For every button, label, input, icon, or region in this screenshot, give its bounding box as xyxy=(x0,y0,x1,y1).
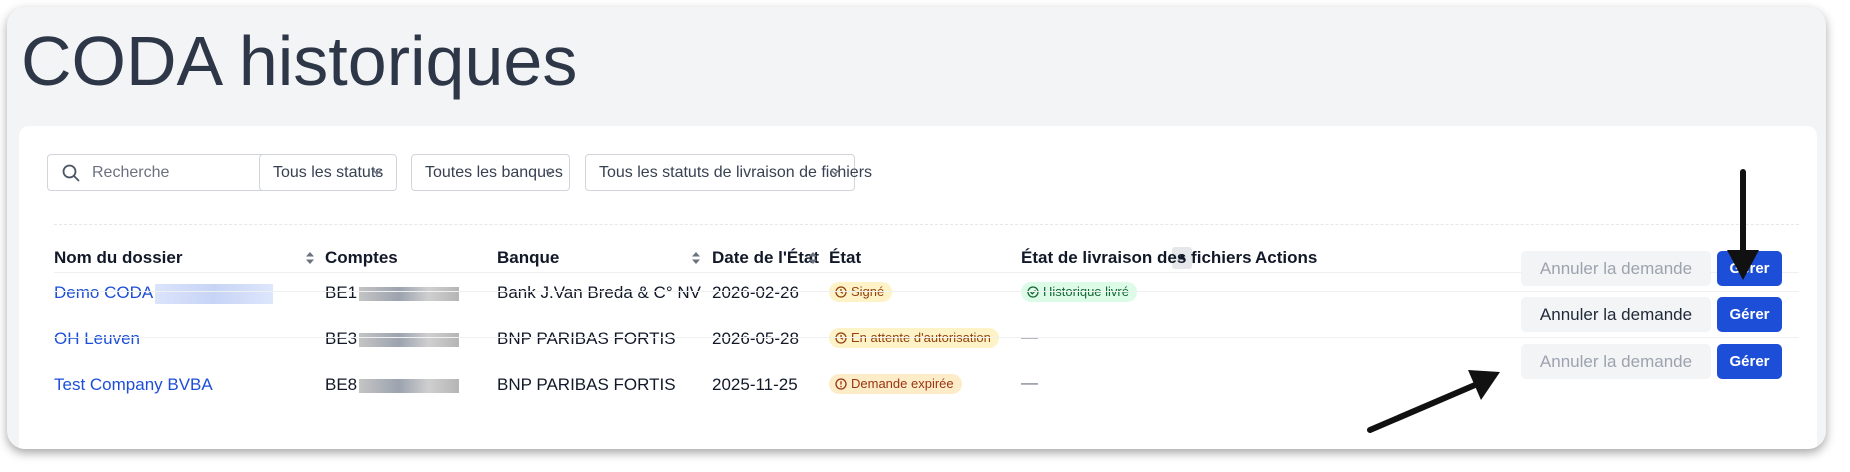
sort-icon[interactable] xyxy=(305,251,315,265)
sort-icon[interactable] xyxy=(808,251,818,265)
column-header-status[interactable]: État xyxy=(829,248,861,268)
status-filter-dropdown[interactable]: Tous les statuts xyxy=(259,154,397,191)
status-filter-label: Tous les statuts xyxy=(273,164,384,181)
filter-bar: Tous les statuts Toutes les banques Tous… xyxy=(19,126,1817,226)
account-prefix: BE1 xyxy=(325,283,358,302)
filter-divider xyxy=(54,224,1799,225)
app-window: CODA historiques Tous les statuts Toutes… xyxy=(7,7,1826,449)
folder-name: Test Company BVBA xyxy=(54,375,213,394)
clock-icon xyxy=(835,286,847,298)
clock-icon xyxy=(835,332,847,344)
search-input[interactable] xyxy=(92,155,272,190)
column-header-accounts: Comptes xyxy=(325,248,398,267)
bank-name: Bank J.Van Breda & C° NV xyxy=(497,283,701,302)
alert-circle-icon xyxy=(835,378,847,390)
coda-table-card: Tous les statuts Toutes les banques Tous… xyxy=(19,126,1817,449)
folder-name: Demo CODA xyxy=(54,283,154,302)
status-date: 2026-02-26 xyxy=(712,283,799,302)
column-header-actions: Actions xyxy=(1255,248,1318,267)
cancel-request-button[interactable]: Annuler la demande xyxy=(1521,297,1711,332)
cancel-request-button[interactable]: Annuler la demande xyxy=(1521,251,1711,286)
column-header-status-date[interactable]: Date de l'État xyxy=(712,248,819,268)
status-text: Demande expirée xyxy=(851,376,954,391)
redacted-account xyxy=(359,332,460,347)
check-circle-icon xyxy=(1027,286,1039,298)
bank-name: BNP PARIBAS FORTIS xyxy=(497,375,676,394)
chevron-down-icon xyxy=(830,169,840,176)
bank-name: BNP PARIBAS FORTIS xyxy=(497,329,676,348)
account-number: BE3 xyxy=(325,329,460,349)
redacted-account xyxy=(359,286,460,301)
chevron-down-icon xyxy=(545,169,555,176)
search-field[interactable] xyxy=(47,154,279,191)
manage-button[interactable]: Gérer xyxy=(1717,344,1782,379)
folder-name-link[interactable]: Demo CODA xyxy=(54,283,274,304)
account-prefix: BE8 xyxy=(325,375,358,394)
column-header-file-delivery: État de livraison des fichiers xyxy=(1021,248,1252,267)
manage-button[interactable]: Gérer xyxy=(1717,251,1782,286)
chevron-down-icon xyxy=(372,169,382,176)
column-header-folder-name[interactable]: Nom du dossier xyxy=(54,248,182,268)
cancel-request-button[interactable]: Annuler la demande xyxy=(1521,344,1711,379)
bank-filter-dropdown[interactable]: Toutes les banques xyxy=(411,154,570,191)
delivery-badge: Historique livré xyxy=(1021,282,1137,302)
manage-button[interactable]: Gérer xyxy=(1717,297,1782,332)
sort-icon[interactable] xyxy=(691,251,701,265)
folder-name-link[interactable]: Test Company BVBA xyxy=(54,375,213,395)
account-number: BE8 xyxy=(325,375,460,395)
redacted-text xyxy=(155,283,274,304)
status-date: 2025-11-25 xyxy=(712,375,798,394)
redacted-account xyxy=(359,378,460,393)
status-badge: En attente d'autorisation xyxy=(829,328,999,348)
folder-name: OH Leuven xyxy=(54,329,140,348)
account-prefix: BE3 xyxy=(325,329,358,348)
bank-filter-label: Toutes les banques xyxy=(425,164,563,181)
status-badge: Demande expirée xyxy=(829,374,962,394)
account-number: BE1 xyxy=(325,283,460,303)
search-icon xyxy=(62,164,80,182)
row-divider xyxy=(54,337,1799,338)
column-header-bank[interactable]: Banque xyxy=(497,248,559,268)
page-title: CODA historiques xyxy=(21,22,578,100)
delivery-empty: — xyxy=(1021,373,1038,392)
delivery-filter-dropdown[interactable]: Tous les statuts de livraison de fichier… xyxy=(585,154,872,191)
row-divider xyxy=(54,291,1799,292)
folder-name-link[interactable]: OH Leuven xyxy=(54,329,140,349)
status-badge: Signé xyxy=(829,282,893,302)
status-date: 2026-05-28 xyxy=(712,329,799,348)
